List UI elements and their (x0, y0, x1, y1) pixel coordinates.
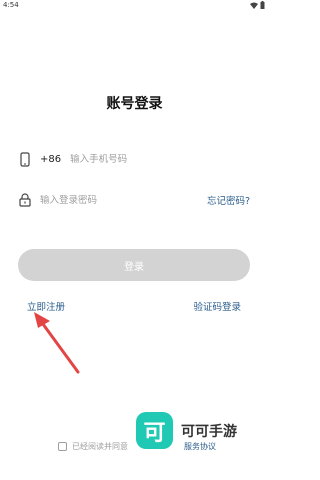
agreement-checkbox[interactable] (58, 442, 67, 451)
watermark-text: 可可手游 (181, 420, 237, 441)
arrow-annotation-icon (34, 312, 80, 374)
watermark: 可 可可手游 (136, 412, 237, 449)
watermark-logo: 可 (136, 412, 173, 449)
agreement-text: 已经阅读并同意 (72, 442, 128, 451)
